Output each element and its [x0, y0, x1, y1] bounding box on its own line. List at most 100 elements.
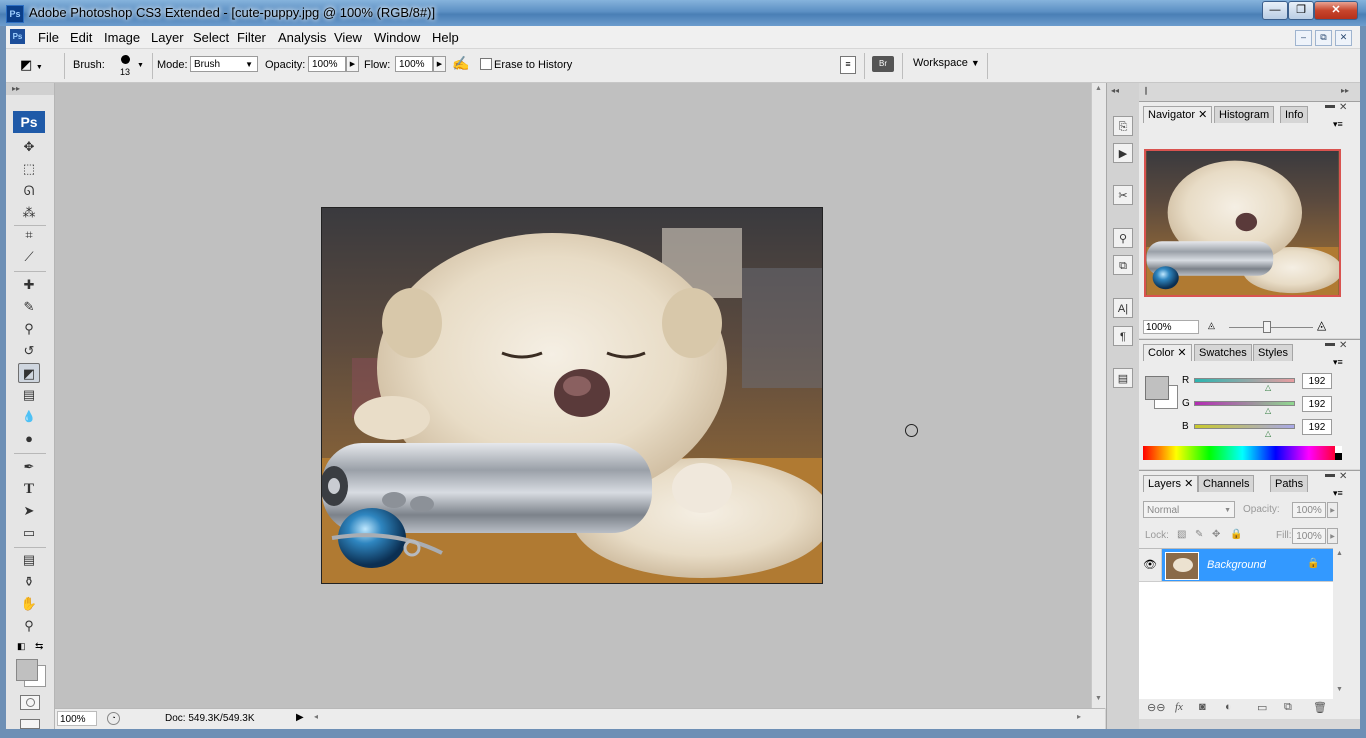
minimize-button[interactable]: — — [1262, 1, 1288, 20]
panels-collapse-icon[interactable]: ▸▸ — [1341, 86, 1349, 95]
status-menu-arrow-icon[interactable]: ▶ — [296, 712, 304, 723]
menu-layer[interactable]: Layer — [151, 30, 184, 45]
vertical-scrollbar[interactable]: ▲ ▼ — [1091, 83, 1106, 708]
document-minimize-button[interactable]: – — [1295, 30, 1312, 46]
maximize-button[interactable]: ❐ — [1288, 1, 1314, 20]
actions-panel-icon[interactable]: ▶ — [1113, 143, 1133, 163]
layer-row[interactable]: 👁 Background 🔒 — [1139, 549, 1333, 582]
menu-analysis[interactable]: Analysis — [278, 30, 326, 45]
tab-swatches[interactable]: Swatches — [1194, 344, 1252, 361]
swap-colors-icon[interactable]: ⇆ — [35, 641, 43, 652]
slice-tool-icon[interactable]: ⟋ — [18, 247, 40, 267]
brushes-panel-icon[interactable]: ⚲ — [1113, 228, 1133, 248]
fill-input[interactable]: 100% — [1292, 528, 1326, 544]
panel-close-icon[interactable]: ✕ — [1339, 471, 1347, 482]
lasso-tool-icon[interactable]: ᘏ — [18, 181, 40, 201]
menu-help[interactable]: Help — [432, 30, 459, 45]
flow-input[interactable]: 100% — [395, 56, 433, 72]
menu-filter[interactable]: Filter — [237, 30, 266, 45]
panel-grip-icon[interactable]: ∥ — [1144, 86, 1148, 95]
document-close-button[interactable]: ✕ — [1335, 30, 1352, 46]
status-info-icon[interactable]: ◔ — [107, 712, 120, 725]
tab-styles[interactable]: Styles — [1253, 344, 1293, 361]
tab-navigator[interactable]: Navigator ✕ — [1143, 106, 1213, 123]
document-image[interactable] — [321, 207, 823, 584]
tool-presets-panel-icon[interactable]: ✂ — [1113, 185, 1133, 205]
navigator-zoom-slider[interactable] — [1229, 327, 1313, 328]
workspace-menu[interactable]: Workspace ▼ — [913, 57, 980, 69]
airbrush-icon[interactable]: ✍ — [452, 55, 469, 72]
photoshop-app-icon[interactable]: Ps — [6, 5, 24, 23]
panel-close-icon[interactable]: ✕ — [1339, 340, 1347, 351]
opacity-input[interactable]: 100% — [308, 56, 346, 72]
new-layer-icon[interactable]: ⧉ — [1284, 701, 1292, 714]
pen-tool-icon[interactable]: ✒ — [18, 457, 40, 477]
layer-opacity-slider-button[interactable]: ▶ — [1327, 502, 1338, 518]
layer-name[interactable]: Background — [1207, 559, 1266, 571]
quick-mask-button[interactable] — [20, 695, 40, 710]
white-swatch[interactable] — [1335, 446, 1342, 453]
navigator-zoom-input[interactable]: 100% — [1143, 320, 1199, 334]
green-channel-slider[interactable] — [1194, 401, 1295, 406]
flow-slider-button[interactable]: ▶ — [433, 56, 446, 72]
history-brush-tool-icon[interactable]: ↺ — [18, 341, 40, 361]
panel-minimize-icon[interactable]: ▬ — [1325, 100, 1335, 111]
layer-comps-panel-icon[interactable]: ▤ — [1113, 368, 1133, 388]
red-channel-input[interactable]: 192 — [1302, 373, 1332, 389]
erase-to-history-checkbox[interactable] — [480, 58, 492, 70]
eraser-tool-icon[interactable]: ◩ — [18, 363, 40, 383]
clone-source-panel-icon[interactable]: ⧉ — [1113, 255, 1133, 275]
menu-image[interactable]: Image — [104, 30, 140, 45]
new-group-icon[interactable]: ▭ — [1257, 701, 1267, 714]
shape-tool-icon[interactable]: ▭ — [18, 523, 40, 543]
healing-brush-tool-icon[interactable]: ✚ — [18, 275, 40, 295]
type-tool-icon[interactable]: T — [18, 479, 40, 499]
brush-tool-icon[interactable]: ✎ — [18, 297, 40, 317]
screen-mode-button[interactable] — [20, 719, 40, 729]
lock-transparency-icon[interactable]: ▧ — [1177, 529, 1186, 540]
zoom-in-icon[interactable]: ◬ — [1317, 318, 1326, 332]
marquee-tool-icon[interactable]: ⬚ — [18, 159, 40, 179]
menu-edit[interactable]: Edit — [70, 30, 92, 45]
hand-tool-icon[interactable]: ✋ — [18, 594, 40, 614]
green-channel-input[interactable]: 192 — [1302, 396, 1332, 412]
fill-slider-button[interactable]: ▶ — [1327, 528, 1338, 544]
history-panel-icon[interactable]: ⎘ — [1113, 116, 1133, 136]
magic-wand-tool-icon[interactable]: ⁂ — [18, 203, 40, 223]
menu-window[interactable]: Window — [374, 30, 420, 45]
foreground-color-swatch[interactable] — [1145, 376, 1169, 400]
menu-view[interactable]: View — [334, 30, 362, 45]
tool-preset-picker[interactable]: ◩ ▼ — [20, 57, 50, 73]
red-channel-slider[interactable] — [1194, 378, 1295, 383]
mode-select[interactable]: Brush ▼ — [190, 56, 258, 72]
close-button[interactable]: ✕ — [1314, 1, 1358, 20]
blue-channel-slider[interactable] — [1194, 424, 1295, 429]
blue-channel-input[interactable]: 192 — [1302, 419, 1332, 435]
blend-mode-select[interactable]: Normal ▼ — [1143, 501, 1235, 518]
photoshop-logo[interactable]: Ps — [13, 111, 45, 133]
add-mask-icon[interactable]: ◙ — [1199, 701, 1206, 713]
panel-minimize-icon[interactable]: ▬ — [1325, 469, 1335, 480]
panel-close-icon[interactable]: ✕ — [1339, 102, 1347, 113]
scroll-up-icon[interactable]: ▲ — [1095, 85, 1102, 92]
clone-stamp-tool-icon[interactable]: ⚲ — [18, 319, 40, 339]
dodge-tool-icon[interactable]: ● — [18, 429, 40, 449]
lock-pixels-icon[interactable]: ✎ — [1195, 529, 1203, 540]
document-icon[interactable]: Ps — [10, 29, 25, 44]
scroll-left-icon[interactable]: ◂ — [314, 712, 318, 721]
menu-select[interactable]: Select — [193, 30, 229, 45]
zoom-level-field[interactable]: 100% — [57, 711, 97, 726]
eye-icon[interactable]: 👁 — [1139, 549, 1162, 581]
tab-info[interactable]: Info — [1280, 106, 1309, 123]
toolbox-collapse-icon[interactable]: ▸▸ — [6, 83, 54, 95]
character-panel-icon[interactable]: A| — [1113, 298, 1133, 318]
default-colors-icon[interactable]: ◧ — [17, 641, 26, 652]
green-slider-thumb-icon[interactable]: △ — [1265, 406, 1271, 415]
layer-opacity-input[interactable]: 100% — [1292, 502, 1326, 518]
lock-position-icon[interactable]: ✥ — [1212, 529, 1220, 540]
foreground-color-swatch[interactable] — [16, 659, 38, 681]
eyedropper-tool-icon[interactable]: ⚱ — [18, 572, 40, 592]
opacity-slider-button[interactable]: ▶ — [346, 56, 359, 72]
scroll-down-icon[interactable]: ▼ — [1336, 686, 1343, 693]
blur-tool-icon[interactable]: 💧 — [18, 407, 40, 427]
